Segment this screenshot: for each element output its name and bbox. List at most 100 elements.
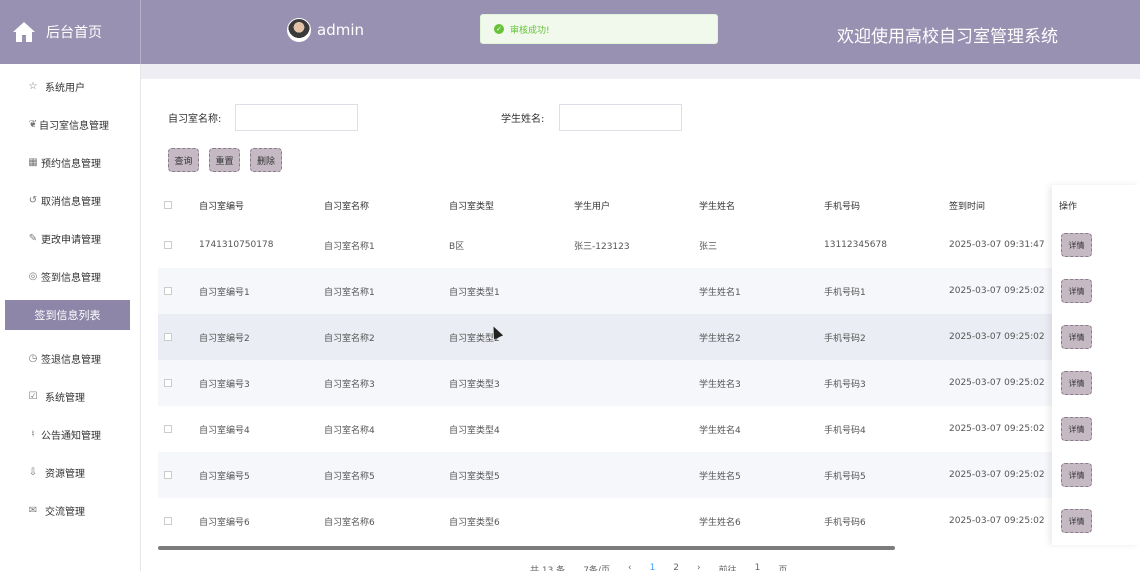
sidebar-item-label: 系统管理 — [45, 392, 85, 404]
row-checkbox[interactable] — [164, 471, 172, 479]
table-row[interactable]: 自习室编号3 自习室名称3 自习室类型3 学生姓名3 手机号码3 2025-03-07 0… — [158, 360, 1140, 406]
sidebar-item-label: 取消信息管理 — [41, 196, 101, 208]
detail-button[interactable]: 详情 — [1061, 233, 1092, 257]
user-menu[interactable]: admin — [287, 18, 364, 42]
prev-page-icon[interactable]: ‹ — [628, 563, 632, 571]
detail-button[interactable]: 详情 — [1061, 509, 1092, 533]
sidebar-item-users[interactable]: ☆ 系统用户 — [0, 71, 141, 101]
sidebar-item-cancellations[interactable]: ↺ 取消信息管理 — [0, 185, 141, 215]
table-cell: 自习室编号5 — [199, 471, 250, 482]
compass-icon: ◎ — [28, 270, 38, 282]
sidebar: ☆ 系统用户 ❦ 自习室信息管理 ▦ 预约信息管理 ↺ 取消信息管理 ✎ 更改申… — [0, 64, 141, 571]
home-icon — [13, 22, 35, 42]
table-cell: 张三 — [699, 241, 718, 252]
table-cell: 自习室名称5 — [324, 471, 375, 482]
download-icon: ⇩ — [28, 466, 38, 478]
sidebar-item-system[interactable]: ☑ 系统管理 — [0, 381, 141, 411]
star-icon: ☆ — [28, 80, 38, 92]
sidebar-item-label: 预约信息管理 — [41, 158, 101, 170]
student-name-label: 学生姓名: — [501, 114, 545, 125]
table-row[interactable]: 自习室编号6 自习室名称6 自习室类型6 学生姓名6 手机号码6 2025-03-07 0… — [158, 498, 1140, 544]
reset-button[interactable]: 重置 — [209, 148, 240, 172]
table-cell: 自习室名称3 — [324, 379, 375, 390]
sidebar-item-label: 交流管理 — [45, 506, 85, 518]
detail-button[interactable]: 详情 — [1061, 417, 1092, 441]
table-cell: 2025-03-07 09:31:47 — [949, 240, 1045, 250]
table-cell: 自习室编号6 — [199, 517, 250, 528]
success-toast: ✓ 审核成功! — [480, 14, 718, 44]
table-row[interactable]: 自习室编号2 自习室名称2 自习室类型2 学生姓名2 手机号码2 2025-03-07 0… — [158, 314, 1140, 360]
column-header[interactable]: 签到时间 — [949, 185, 985, 225]
column-header[interactable]: 自习室类型 — [449, 185, 494, 225]
table-cell: 手机号码6 — [824, 517, 866, 528]
table-cell: 手机号码2 — [824, 333, 866, 344]
table-cell: 2025-03-07 09:25:02 — [949, 470, 1045, 480]
row-checkbox[interactable] — [164, 333, 172, 341]
page-size-select[interactable]: 7条/页 — [583, 563, 610, 571]
goto-input[interactable]: 1 — [755, 563, 761, 571]
table-cell: 2025-03-07 09:25:02 — [949, 286, 1045, 296]
select-all-checkbox[interactable] — [164, 201, 172, 209]
total-count: 共 13 条 — [530, 566, 566, 571]
row-checkbox[interactable] — [164, 379, 172, 387]
bell-icon: ♮ — [31, 428, 35, 440]
table-cell: 自习室编号1 — [199, 287, 250, 298]
sidebar-item-label: 自习室信息管理 — [39, 120, 109, 132]
table-row[interactable]: 自习室编号1 自习室名称1 自习室类型1 学生姓名1 手机号码1 2025-03-07 0… — [158, 268, 1140, 314]
row-checkbox[interactable] — [164, 241, 172, 249]
page-number[interactable]: 2 — [673, 563, 679, 571]
sidebar-item-label: 更改申请管理 — [41, 234, 101, 246]
leaf-icon: ❦ — [28, 118, 38, 130]
sidebar-item-rooms[interactable]: ❦ 自习室信息管理 — [0, 109, 141, 139]
delete-button[interactable]: 删除 — [250, 148, 282, 172]
column-header[interactable]: 学生用户 — [574, 185, 610, 225]
detail-button[interactable]: 详情 — [1061, 371, 1092, 395]
table-cell: 2025-03-07 09:25:02 — [949, 332, 1045, 342]
next-page-icon[interactable]: › — [697, 563, 701, 571]
student-name-input[interactable] — [559, 104, 682, 131]
table-row[interactable]: 1741310750178 自习室名称1 B区 张三-123123 张三 13112345… — [158, 222, 1140, 268]
column-header[interactable]: 自习室名称 — [324, 185, 369, 225]
table-cell: 自习室类型3 — [449, 379, 500, 390]
detail-button[interactable]: 详情 — [1061, 279, 1092, 303]
table-cell: 自习室名称2 — [324, 333, 375, 344]
room-name-label: 自习室名称: — [168, 114, 222, 125]
sidebar-item-change-requests[interactable]: ✎ 更改申请管理 — [0, 223, 141, 253]
query-button[interactable]: 查询 — [168, 148, 199, 172]
sidebar-item-reservations[interactable]: ▦ 预约信息管理 — [0, 147, 141, 177]
home-link[interactable]: 后台首页 — [0, 0, 141, 64]
detail-button[interactable]: 详情 — [1061, 463, 1092, 487]
row-checkbox[interactable] — [164, 287, 172, 295]
sidebar-item-resources[interactable]: ⇩ 资源管理 — [0, 457, 141, 487]
table-cell: 自习室类型4 — [449, 425, 500, 436]
table-cell: 手机号码5 — [824, 471, 866, 482]
table-cell: 手机号码1 — [824, 287, 866, 298]
column-header[interactable]: 学生姓名 — [699, 185, 735, 225]
sidebar-item-checkout[interactable]: ◷ 签退信息管理 — [0, 343, 141, 373]
sidebar-item-notices[interactable]: ♮ 公告通知管理 — [0, 419, 141, 449]
sidebar-item-label: 系统用户 — [45, 82, 85, 94]
page-number[interactable]: 1 — [650, 563, 656, 571]
sidebar-item-label: 签到信息管理 — [41, 272, 101, 284]
sidebar-item-label: 公告通知管理 — [41, 430, 101, 442]
sidebar-item-checkin-list[interactable]: 签到信息列表 — [5, 300, 130, 330]
table-row[interactable]: 自习室编号5 自习室名称5 自习室类型5 学生姓名5 手机号码5 2025-03-07 0… — [158, 452, 1140, 498]
table-cell: 自习室类型1 — [449, 287, 500, 298]
sidebar-item-checkin-manage[interactable]: ◎ 签到信息管理 — [0, 261, 141, 291]
sidebar-item-forum[interactable]: ✉ 交流管理 — [0, 495, 141, 525]
table-cell: 自习室名称4 — [324, 425, 375, 436]
sidebar-item-label: 签退信息管理 — [41, 354, 101, 366]
calendar-icon: ▦ — [28, 156, 38, 168]
room-name-input[interactable] — [235, 104, 358, 131]
table-row[interactable]: 自习室编号4 自习室名称4 自习室类型4 学生姓名4 手机号码4 2025-03-07 0… — [158, 406, 1140, 452]
top-header: 后台首页 admin ✓ 审核成功! 欢迎使用高校自习室管理系统 — [0, 0, 1140, 64]
row-checkbox[interactable] — [164, 425, 172, 433]
detail-button[interactable]: 详情 — [1061, 325, 1092, 349]
table-cell: 学生姓名3 — [699, 379, 741, 390]
row-checkbox[interactable] — [164, 517, 172, 525]
column-header[interactable]: 自习室编号 — [199, 185, 244, 225]
table-cell: 自习室编号4 — [199, 425, 250, 436]
horizontal-scrollbar[interactable] — [158, 546, 895, 550]
brand-label: 后台首页 — [46, 25, 102, 41]
column-header[interactable]: 手机号码 — [824, 185, 860, 225]
